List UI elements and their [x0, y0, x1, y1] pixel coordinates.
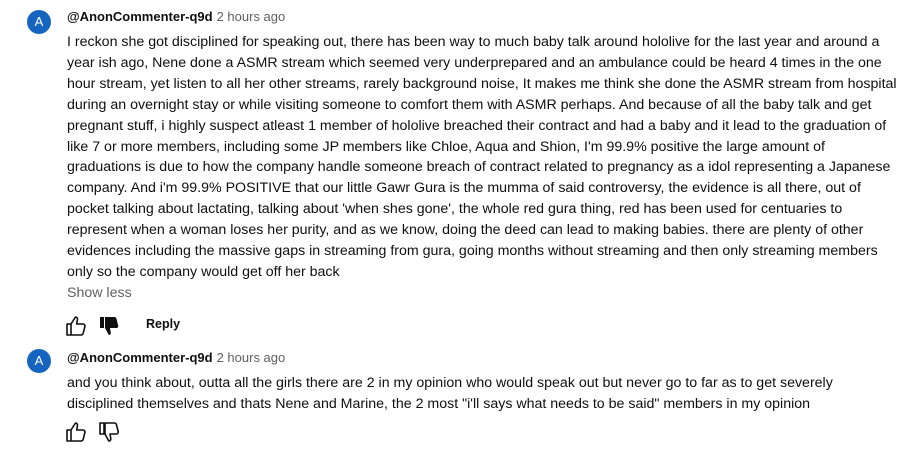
avatar[interactable]: A [27, 10, 51, 34]
comment-header: @AnonCommenter-q9d 2 hours ago [67, 349, 285, 367]
author-name[interactable]: @AnonCommenter-q9d [67, 9, 213, 24]
reply-button[interactable]: Reply [146, 317, 180, 331]
thumb-down-icon[interactable] [97, 314, 121, 338]
avatar[interactable]: A [27, 349, 51, 373]
author-name[interactable]: @AnonCommenter-q9d [67, 350, 213, 365]
thumb-up-icon[interactable] [64, 420, 88, 444]
timestamp[interactable]: 2 hours ago [217, 350, 286, 365]
comment-text: I reckon she got disciplined for speakin… [67, 34, 897, 280]
thumb-up-icon[interactable] [64, 314, 88, 338]
show-less-button[interactable]: Show less [67, 285, 132, 301]
comment-header: @AnonCommenter-q9d 2 hours ago [67, 8, 285, 26]
thumb-down-icon[interactable] [97, 420, 121, 444]
timestamp[interactable]: 2 hours ago [217, 9, 286, 24]
comment-text: and you think about, outta all the girls… [67, 375, 833, 412]
